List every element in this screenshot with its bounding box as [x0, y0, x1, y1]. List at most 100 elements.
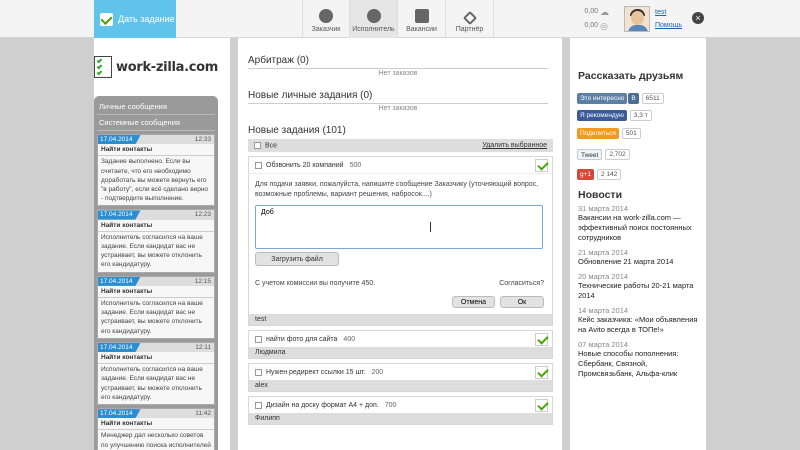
message-time: 12:23 — [194, 211, 211, 219]
news-list: 31 марта 2014 Вакансии на work-zilla.com… — [578, 204, 700, 384]
right-sidebar: Рассказать друзьям Это интересно В 6511 … — [570, 38, 706, 450]
message-time: 11:42 — [195, 410, 211, 418]
task-checkbox[interactable] — [255, 368, 262, 376]
task-item: найти фото для сайта 400 Людмила — [248, 330, 553, 359]
twitter-share[interactable]: Tweet 2,702 — [577, 149, 630, 160]
balance-money: 0,00 — [584, 8, 598, 15]
accept-check-icon[interactable] — [535, 398, 548, 412]
help-link[interactable]: Помощь — [655, 19, 682, 32]
commission-text: С учетом комиссии вы получите 450. — [255, 280, 376, 287]
accept-check-icon[interactable] — [535, 158, 548, 172]
news-item: 07 марта 2014 Новые способы пополнения: … — [578, 340, 700, 379]
message-body: Задание выполнено. Если вы считаете, что… — [101, 158, 209, 203]
commission-row: С учетом комиссии вы получите 450. Согла… — [255, 280, 544, 287]
tweet-count: 2,702 — [605, 149, 630, 160]
task-author: test — [249, 314, 552, 325]
partner-icon — [462, 10, 477, 26]
vk-share-button[interactable]: Это интересно — [577, 93, 628, 104]
cancel-button[interactable]: Отмена — [451, 296, 495, 308]
fb-share[interactable]: Я рекомендую 3,3 т — [577, 110, 652, 121]
news-item: 21 марта 2014 Обновление 21 марта 2014 — [578, 248, 700, 267]
task-row[interactable]: Обзвонить 20 компаний 500 — [249, 157, 552, 173]
share-title: Рассказать друзьям — [578, 70, 684, 82]
task-title[interactable]: Нужен редирект ссылки 15 шт. — [266, 369, 365, 376]
vk-share[interactable]: Это интересно В 6511 — [577, 93, 664, 104]
message-card[interactable]: 17.04.2014 12:11 Найти контакты Исполните… — [97, 341, 215, 406]
personal-messages-tab[interactable]: Личные сообщения — [97, 99, 215, 115]
tweet-button[interactable]: Tweet — [577, 149, 603, 160]
task-checkbox[interactable] — [255, 335, 262, 343]
nav-partner-label: Партнёр — [455, 26, 484, 33]
message-body: Менеджер дал несколько советов по улучше… — [101, 432, 211, 449]
delete-selected-link[interactable]: Удалить выбранное — [482, 142, 547, 149]
accept-check-icon[interactable] — [535, 365, 548, 379]
nav-partner[interactable]: Партнёр — [446, 0, 494, 38]
fb-count: 3,3 т — [629, 110, 652, 121]
fb-recommend-button[interactable]: Я рекомендую — [577, 110, 627, 121]
nav-executor[interactable]: Исполнитель — [350, 0, 398, 38]
top-bar: Дать задание Заказчик Исполнитель Ваканс… — [0, 0, 800, 38]
message-date: 17.04.2014 — [98, 276, 141, 286]
message-time: 12:11 — [195, 343, 211, 351]
task-row[interactable]: найти фото для сайта 400 — [249, 331, 552, 347]
coins-icon[interactable]: ◎ — [600, 19, 609, 33]
balance-points: 0,00 — [584, 22, 598, 29]
nav-vacancies[interactable]: Вакансии — [398, 0, 446, 38]
message-title: Найти контакты — [98, 220, 214, 232]
task-row[interactable]: Нужен редирект ссылки 15 шт. 200 — [249, 364, 552, 380]
task-item: Нужен редирект ссылки 15 шт. 200 alex — [248, 363, 553, 392]
task-row[interactable]: Дизайн на доску формат А4 + доп. 700 — [249, 397, 552, 413]
news-link[interactable]: Кейс заказчика: «Мои объявления на Avito… — [578, 315, 700, 335]
message-card[interactable]: 17.04.2014 12:15 Найти контакты Исполните… — [97, 275, 215, 339]
message-card[interactable]: 17.04.2014 12:33 Найти контакты Задание в… — [97, 134, 215, 207]
task-title[interactable]: Обзвонить 20 компаний — [266, 162, 344, 169]
username-link[interactable]: test — [655, 6, 682, 19]
select-all-checkbox[interactable] — [254, 141, 261, 149]
close-icon[interactable]: × — [692, 12, 704, 24]
system-messages-tab[interactable]: Системные сообщения — [97, 115, 215, 131]
message-title: Найти контакты — [98, 286, 214, 299]
gplus-share[interactable]: g+1 2 142 — [577, 169, 622, 180]
ok-share[interactable]: Поделиться 501 — [577, 128, 641, 139]
news-link[interactable]: Обновление 21 марта 2014 — [578, 257, 700, 267]
task-item: Дизайн на доску формат А4 + доп. 700 Фил… — [248, 396, 553, 425]
nav-vacancies-label: Вакансии — [406, 26, 437, 33]
gplus-count: 2 142 — [597, 169, 622, 180]
ok-count: 501 — [621, 128, 641, 139]
news-date: 07 марта 2014 — [578, 340, 629, 349]
message-card[interactable]: 17.04.2014 11:42 Найти контакты Менеджер … — [97, 408, 215, 450]
news-date: 21 марта 2014 — [578, 248, 629, 257]
give-task-button[interactable]: Дать задание — [94, 0, 176, 38]
logo-checklist-icon — [94, 56, 112, 78]
main-nav: Заказчик Исполнитель Вакансии Партнёр — [302, 0, 494, 38]
news-link[interactable]: Новые способы пополнения: Сбербанк, Связ… — [578, 349, 700, 379]
customer-icon — [319, 9, 333, 23]
give-task-label: Дать задание — [118, 14, 175, 24]
accept-check-icon[interactable] — [535, 332, 548, 346]
upload-file-button[interactable]: Загрузить файл — [255, 252, 339, 266]
task-amount: 500 — [349, 161, 362, 169]
task-title[interactable]: Дизайн на доску формат А4 + доп. — [266, 402, 379, 409]
news-title: Новости — [578, 189, 623, 201]
vacancies-icon — [414, 9, 429, 23]
news-link[interactable]: Технические работы 20-21 марта 2014 — [578, 281, 700, 301]
news-item: 14 марта 2014 Кейс заказчика: «Мои объяв… — [578, 306, 700, 335]
logo[interactable]: work-zilla.com — [94, 56, 218, 78]
arbitrage-title: Арбитраж (0) — [248, 55, 309, 66]
nav-customer-label: Заказчик — [311, 26, 341, 33]
task-checkbox[interactable] — [255, 161, 262, 169]
reply-textarea[interactable]: Доб — [255, 205, 543, 249]
nav-customer[interactable]: Заказчик — [302, 0, 350, 38]
avatar[interactable] — [624, 6, 650, 32]
gplus-button[interactable]: g+1 — [577, 169, 595, 180]
ok-button[interactable]: Ок — [500, 296, 544, 308]
ok-share-button[interactable]: Поделиться — [577, 128, 619, 139]
message-card[interactable]: 17.04.2014 12:23 Найти контакты Исполните… — [97, 209, 215, 273]
news-date: 14 марта 2014 — [578, 306, 629, 315]
task-checkbox[interactable] — [255, 401, 262, 409]
task-title[interactable]: найти фото для сайта — [266, 336, 337, 343]
cloud-icon[interactable]: ☁ — [600, 5, 609, 19]
logo-text: work-zilla.com — [116, 59, 219, 75]
news-link[interactable]: Вакансии на work-zilla.com — эффективный… — [578, 213, 700, 243]
nav-executor-label: Исполнитель — [352, 26, 395, 33]
